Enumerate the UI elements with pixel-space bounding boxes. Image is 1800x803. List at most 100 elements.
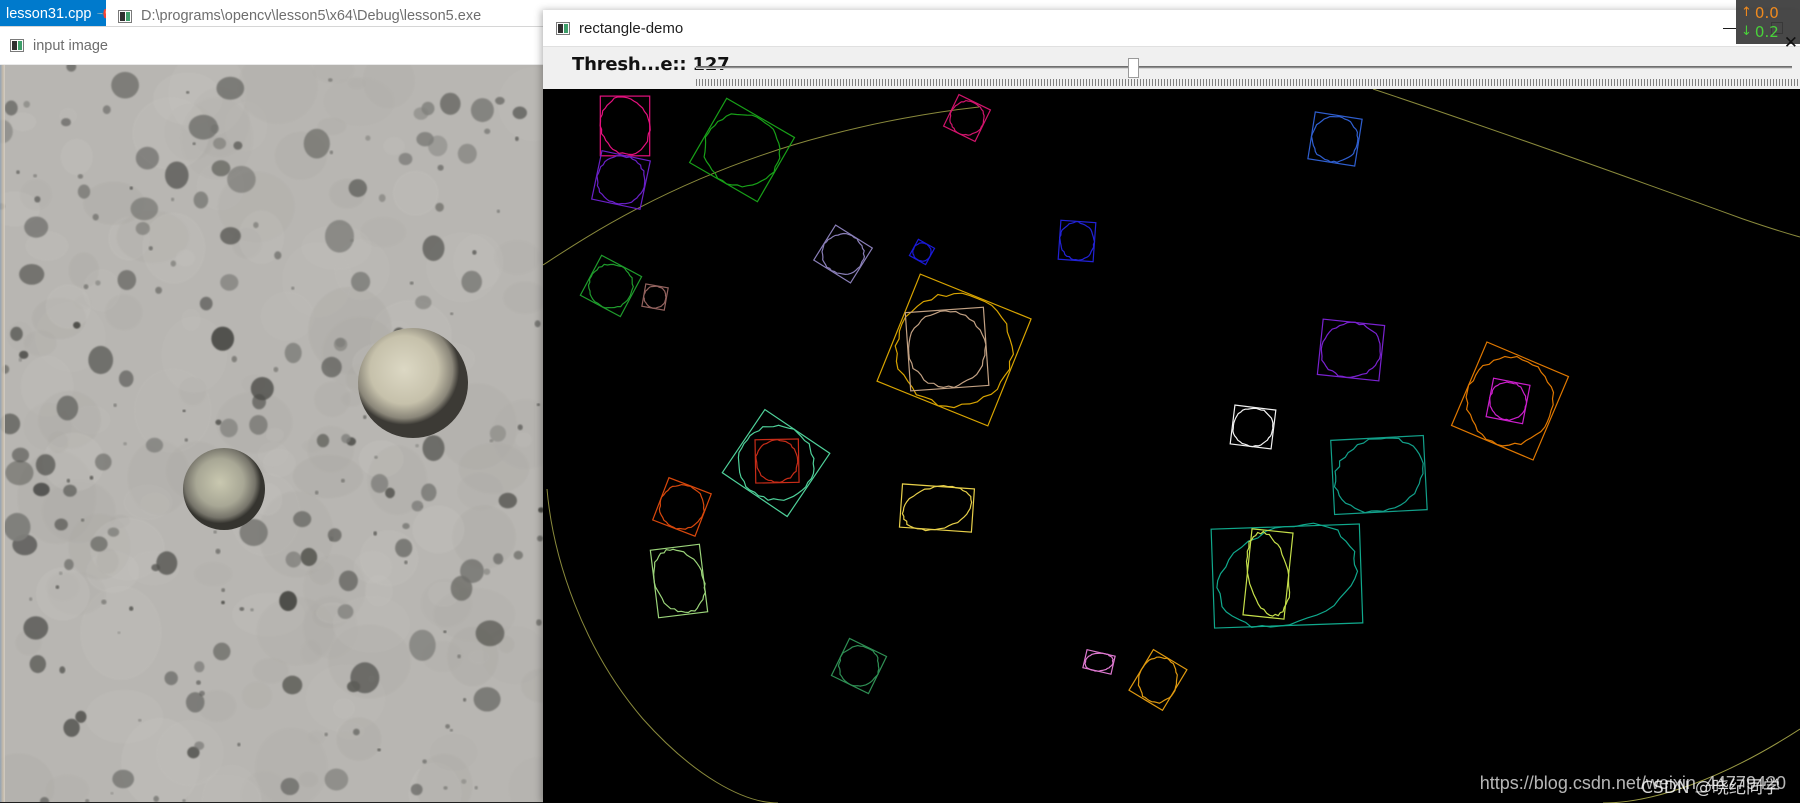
- min-area-rect: [1450, 341, 1570, 461]
- fitted-ellipse: [599, 96, 651, 156]
- rectangle-demo-titlebar[interactable]: rectangle-demo: [543, 10, 1800, 46]
- microscopy-image-canvas: [0, 65, 543, 802]
- minimize-icon: [1723, 27, 1736, 29]
- download-speed-value: 0.2: [1754, 22, 1779, 41]
- min-area-rect: [651, 476, 713, 537]
- fitted-ellipse: [587, 263, 634, 309]
- fitted-ellipse: [1084, 652, 1114, 672]
- blob-crimson-top: [942, 93, 992, 143]
- upload-speed-row: ↑ 0.0: [1741, 4, 1800, 22]
- fitted-ellipse: [755, 438, 799, 484]
- blob-teal-right: [1330, 434, 1428, 516]
- slider-groove: [696, 66, 1792, 69]
- fitted-ellipse: [1333, 437, 1424, 514]
- bottom-right-arc: [1602, 728, 1800, 803]
- min-area-rect: [1229, 404, 1277, 450]
- blob-green-left: [579, 254, 643, 318]
- blob-red-inner: [754, 438, 800, 484]
- slider-tick-marks: [696, 79, 1800, 86]
- min-area-rect: [1485, 377, 1531, 425]
- fitted-ellipse: [1058, 221, 1096, 261]
- rectangle-demo-title: rectangle-demo: [579, 19, 684, 37]
- blob-magenta: [599, 95, 651, 157]
- microscopy-svg: [0, 65, 543, 802]
- fitted-ellipse: [703, 113, 781, 188]
- top-left-arc: [543, 106, 980, 266]
- blob-yellowgreen: [1242, 528, 1294, 620]
- min-area-rect: [641, 283, 669, 311]
- slider-thumb[interactable]: [1127, 58, 1139, 78]
- blob-brown-small: [641, 283, 669, 311]
- blob-teal-big: [1210, 522, 1364, 629]
- input-image-titlebar[interactable]: input image: [0, 27, 543, 65]
- console-window-title: D:\programs\opencv\lesson5\x64\Debug\les…: [141, 8, 482, 24]
- opencv-window-icon: [10, 39, 24, 52]
- blob-violet-right: [1316, 318, 1386, 382]
- large-cell: [358, 328, 468, 438]
- image-left-edge-strip: [0, 65, 5, 802]
- fitted-ellipse: [949, 99, 985, 136]
- min-area-rect: [1210, 523, 1364, 629]
- min-area-rect: [1307, 111, 1363, 167]
- tab-label: lesson31.cpp: [6, 5, 92, 22]
- opencv-window-icon: [556, 21, 570, 35]
- trackbar-label: Thresh...e:: 127: [572, 54, 730, 75]
- fitted-ellipse: [653, 548, 707, 614]
- min-area-rect: [1316, 318, 1386, 382]
- blob-blue-mid: [1057, 219, 1097, 263]
- fitted-ellipse: [912, 242, 932, 262]
- fitted-ellipse: [821, 232, 866, 276]
- opencv-window-icon: [118, 9, 132, 23]
- min-area-rect: [904, 306, 990, 392]
- fitted-ellipse: [1488, 381, 1527, 422]
- blob-lightgreen: [649, 543, 709, 619]
- network-speed-overlay[interactable]: ↑ 0.0 ↓ 0.2 ✕: [1736, 0, 1800, 52]
- min-area-rect: [876, 273, 1032, 427]
- top-right-arc: [1372, 89, 1800, 238]
- min-area-rect: [1128, 648, 1188, 712]
- blob-blue-small: [908, 238, 936, 266]
- close-icon[interactable]: ✕: [1784, 35, 1798, 52]
- upload-arrow-icon: ↑: [1741, 5, 1752, 20]
- fitted-ellipse: [1465, 355, 1555, 447]
- input-image-title: input image: [33, 37, 108, 54]
- fitted-ellipse: [658, 483, 705, 530]
- threshold-slider[interactable]: [696, 58, 1792, 78]
- threshold-trackbar-panel: Thresh...e:: 127: [543, 46, 1800, 89]
- fitted-ellipse: [901, 484, 973, 532]
- fitted-ellipse: [596, 155, 646, 205]
- input-image-window: input image: [0, 27, 543, 803]
- fitted-ellipse: [737, 424, 815, 501]
- download-arrow-icon: ↓: [1741, 24, 1752, 39]
- blob-orange-far: [1450, 341, 1570, 461]
- screenshot-root: lesson31.cpp 📌 D:\programs\opencv\lesson…: [0, 0, 1800, 803]
- fitted-ellipse: [1216, 522, 1359, 629]
- blob-purple: [590, 149, 652, 211]
- min-area-rect: [1057, 219, 1097, 263]
- blob-yellow-mid: [898, 483, 976, 533]
- blob-pink-bot: [1082, 648, 1116, 675]
- blob-gold-big: [876, 273, 1032, 427]
- min-area-rect: [590, 149, 652, 211]
- fitted-ellipse: [642, 285, 667, 309]
- fitted-ellipse: [1320, 321, 1382, 378]
- rectangle-demo-window: rectangle-demo Thresh...e:: 127 https://…: [543, 10, 1800, 803]
- blob-orange-bot: [1128, 648, 1188, 712]
- bottom-left-arc: [546, 488, 779, 803]
- blob-magenta-far: [1485, 377, 1531, 425]
- blob-spring-green: [721, 408, 831, 518]
- blob-tan-inner: [904, 306, 990, 392]
- fitted-ellipse: [907, 310, 987, 389]
- rectangle-demo-canvas: https://blog.csdn.net/weixin_44779420 CS…: [543, 89, 1800, 803]
- contour-overlay-svg: [543, 89, 1800, 803]
- blob-lavender: [812, 224, 874, 284]
- blob-white-right: [1229, 404, 1277, 450]
- fitted-ellipse: [1310, 115, 1359, 163]
- fitted-ellipse: [1232, 407, 1274, 448]
- upload-speed-value: 0.0: [1754, 3, 1779, 22]
- large-cell: [183, 448, 265, 530]
- fitted-ellipse: [1245, 530, 1291, 617]
- blob-orangered: [651, 476, 713, 537]
- blob-blue-topright: [1307, 111, 1363, 167]
- fitted-ellipse: [837, 644, 880, 687]
